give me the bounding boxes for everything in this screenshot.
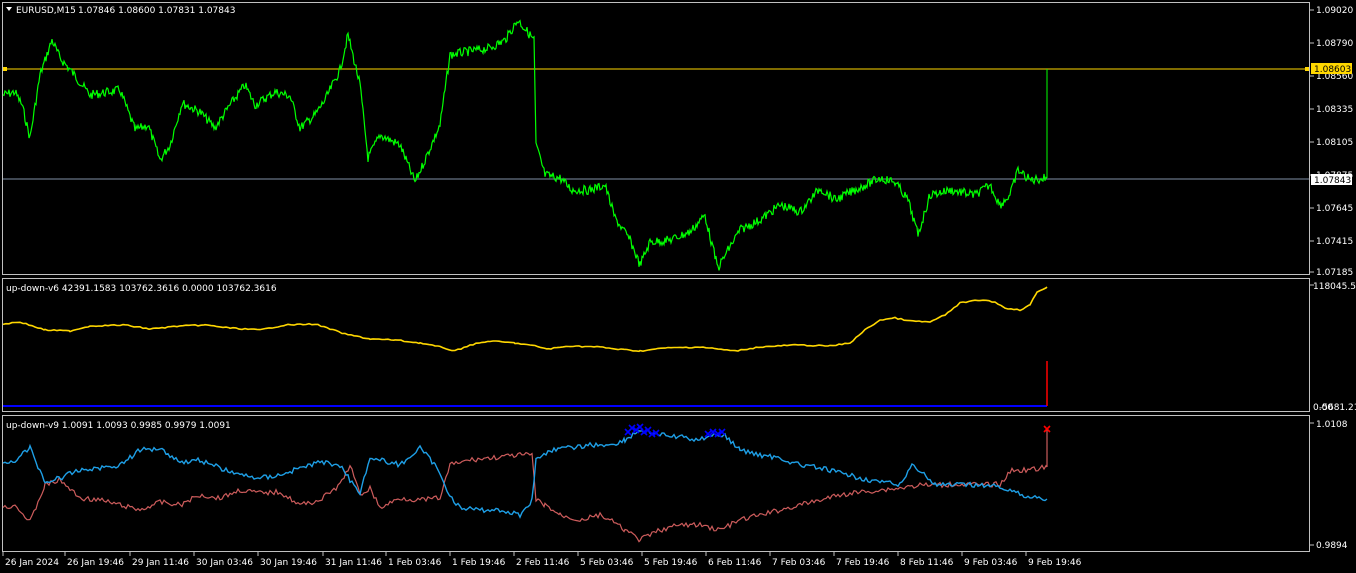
main-price-series-group: [2, 19, 1309, 271]
price-tick: 1.09020: [1310, 6, 1353, 16]
price-tick-label: 1.08335: [1316, 105, 1353, 115]
time-axis[interactable]: 26 Jan 2024 26 Jan 19:46 29 Jan 11:46 30 Ja…: [2, 552, 1082, 568]
bid-price-tag-label: 1.07843: [1314, 176, 1351, 186]
indicator2-bottom-label: 0.9894: [1316, 541, 1348, 551]
price-tick: 1.07415: [1310, 237, 1353, 247]
indicator1-panel[interactable]: [2, 278, 1310, 412]
indicator2-red-line: [2, 451, 1048, 543]
price-tick: 1.08105: [1310, 138, 1353, 148]
time-tick-label: 1 Feb 03:46: [388, 558, 442, 568]
price-tick-label: 1.08790: [1316, 39, 1353, 49]
time-tick-label: 31 Jan 11:46: [325, 558, 382, 568]
indicator2-blue-line: [2, 429, 1048, 519]
time-tick-label: 9 Feb 03:46: [964, 558, 1018, 568]
main-price-axis[interactable]: 1.09020 1.08790 1.08560 1.08335 1.08105 …: [1310, 6, 1353, 278]
price-line-series: [2, 19, 1048, 271]
price-tick-label: 1.09020: [1316, 6, 1353, 16]
indicator1-label: up-down-v6 42391.1583 103762.3616 0.0000…: [6, 284, 277, 294]
time-tick-label: 7 Feb 03:46: [772, 558, 826, 568]
indicator1-bottom-label: -5681.214: [1319, 403, 1356, 413]
time-tick-label: 1 Feb 19:46: [452, 558, 506, 568]
price-tick: 1.08790: [1310, 39, 1353, 49]
indicator2-series-group: [2, 423, 1051, 543]
indicator1-series-group: [2, 286, 1048, 407]
price-tick: 1.07645: [1310, 204, 1353, 214]
indicator2-axis[interactable]: 1.0108 0.9894: [1310, 420, 1348, 551]
ohlc-values: 1.07846 1.08600 1.07831 1.07843: [78, 6, 235, 16]
price-tick-label: 1.07645: [1316, 204, 1353, 214]
time-tick-label: 5 Feb 03:46: [580, 558, 634, 568]
indicator1-axis[interactable]: 118045.50 0.00 -5681.214: [1310, 282, 1356, 413]
price-tick: 1.08335: [1310, 105, 1353, 115]
time-tick-label: 30 Jan 03:46: [196, 558, 253, 568]
time-tick-label: 30 Jan 19:46: [260, 558, 317, 568]
indicator2-panel[interactable]: [2, 415, 1310, 552]
time-tick-label: 2 Feb 11:46: [516, 558, 570, 568]
indicator1-yellow-line: [2, 286, 1048, 353]
chevron-down-icon[interactable]: [6, 7, 12, 11]
time-tick-label: 9 Feb 19:46: [1028, 558, 1082, 568]
symbol-header[interactable]: EURUSD,M15 1.07846 1.08600 1.07831 1.078…: [6, 6, 235, 16]
time-tick-label: 7 Feb 19:46: [836, 558, 890, 568]
symbol-label: EURUSD,M15: [16, 6, 76, 16]
hline-price-tag[interactable]: 1.08603: [1311, 63, 1352, 75]
price-tick-label: 1.07185: [1316, 268, 1353, 278]
price-tick-label: 1.07415: [1316, 237, 1353, 247]
hline-price-tag-label: 1.08603: [1314, 65, 1351, 75]
bid-price-tag[interactable]: 1.07843: [1311, 174, 1352, 186]
indicator1-top-label: 118045.50: [1313, 282, 1356, 292]
indicator2-top-label: 1.0108: [1316, 420, 1348, 430]
time-tick-label: 6 Feb 11:46: [708, 558, 762, 568]
chart-canvas[interactable]: EURUSD,M15 1.07846 1.08600 1.07831 1.078…: [0, 0, 1356, 573]
price-tick-label: 1.08105: [1316, 138, 1353, 148]
price-tick: 1.07185: [1310, 268, 1353, 278]
time-tick-label: 5 Feb 19:46: [644, 558, 698, 568]
time-tick-label: 26 Jan 19:46: [67, 558, 124, 568]
indicator2-label: up-down-v9 1.0091 1.0093 0.9985 0.9979 1…: [6, 421, 231, 431]
level-line-handle-left[interactable]: [3, 67, 7, 71]
level-line-handle-right[interactable]: [1305, 67, 1309, 71]
time-tick-label: 26 Jan 2024: [5, 558, 59, 568]
time-tick-label: 8 Feb 11:46: [900, 558, 954, 568]
main-price-panel[interactable]: [2, 2, 1310, 275]
time-tick-label: 29 Jan 11:46: [132, 558, 189, 568]
